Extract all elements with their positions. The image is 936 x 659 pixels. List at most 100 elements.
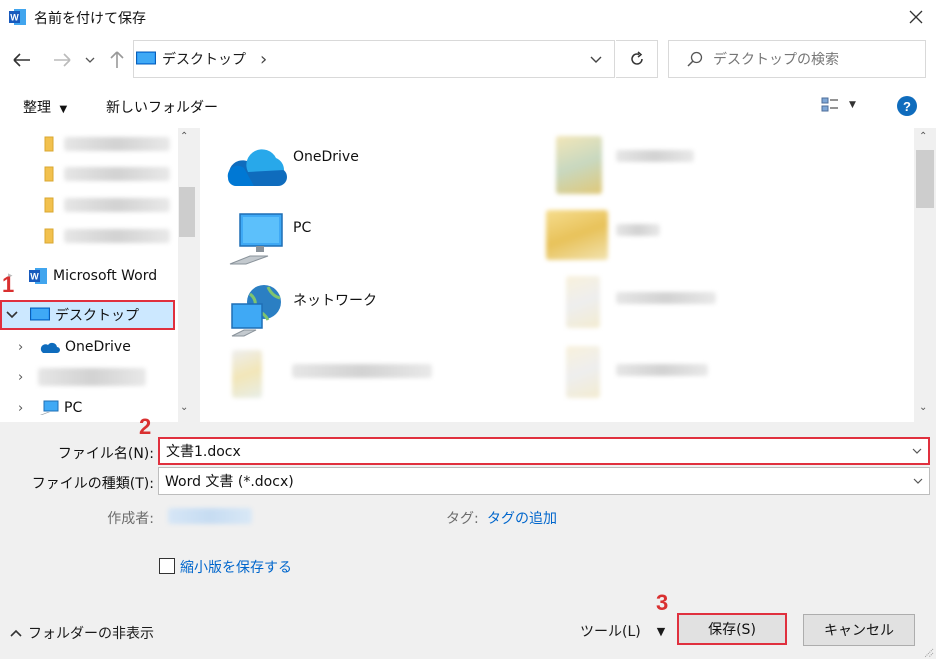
chevron-down-icon[interactable] bbox=[913, 478, 923, 484]
blurred-folder-name bbox=[64, 198, 170, 212]
tree-item[interactable] bbox=[44, 226, 174, 246]
blurred-file-icon[interactable] bbox=[556, 136, 602, 194]
blurred-folder-name bbox=[64, 137, 170, 151]
save-button[interactable]: 保存(S) bbox=[677, 613, 787, 645]
scrollbar-thumb[interactable] bbox=[179, 187, 195, 237]
hide-folders-button[interactable]: フォルダーの非表示 bbox=[10, 623, 154, 643]
blurred-file-name bbox=[292, 364, 432, 378]
chevron-right-icon: › bbox=[18, 339, 24, 355]
view-details-icon bbox=[821, 97, 838, 112]
sidebar-item-microsoft-word[interactable]: ▸ W Microsoft Word bbox=[8, 265, 157, 287]
folder-icon bbox=[44, 136, 54, 152]
scroll-up-icon[interactable]: ⌃ bbox=[180, 131, 188, 142]
organize-label: 整理 bbox=[23, 100, 51, 116]
blurred-file-name bbox=[616, 150, 694, 162]
word-icon: W bbox=[29, 268, 47, 284]
computer-icon bbox=[40, 400, 59, 415]
word-app-icon: W bbox=[9, 8, 27, 26]
tree-item[interactable] bbox=[44, 164, 174, 184]
save-thumbnail-label[interactable]: 縮小版を保存する bbox=[180, 557, 292, 577]
add-tag-link[interactable]: タグの追加 bbox=[487, 508, 557, 528]
address-path[interactable]: デスクトップ bbox=[162, 49, 246, 69]
blurred-folder-name bbox=[64, 167, 170, 181]
onedrive-cloud-icon[interactable] bbox=[224, 142, 288, 190]
chevron-down-icon[interactable] bbox=[912, 448, 922, 454]
item-label-pc[interactable]: PC bbox=[293, 220, 311, 236]
organize-menu[interactable]: 整理 ▼ bbox=[23, 97, 67, 117]
sidebar-item-onedrive[interactable]: › OneDrive bbox=[18, 336, 131, 358]
close-icon bbox=[909, 10, 923, 24]
address-bar[interactable]: デスクトップ › bbox=[133, 40, 615, 78]
filename-label: ファイル名(N): bbox=[57, 446, 154, 462]
cancel-button[interactable]: キャンセル bbox=[803, 614, 915, 646]
recent-locations-button[interactable] bbox=[80, 47, 100, 73]
blurred-file-icon[interactable] bbox=[566, 276, 600, 328]
tools-menu[interactable]: ツール(L) ▼ bbox=[580, 621, 665, 641]
sidebar-item-desktop-content[interactable]: デスクトップ bbox=[6, 304, 139, 326]
svg-text:W: W bbox=[10, 13, 19, 23]
author-label: 作成者: bbox=[107, 511, 154, 527]
scroll-down-icon[interactable]: ⌄ bbox=[919, 402, 927, 413]
blurred-file-name bbox=[616, 224, 660, 236]
blurred-file-name bbox=[616, 292, 716, 304]
chevron-down-icon bbox=[85, 57, 95, 63]
computer-icon[interactable] bbox=[228, 212, 286, 268]
search-box[interactable]: デスクトップの検索 bbox=[668, 40, 926, 78]
refresh-button[interactable] bbox=[616, 40, 658, 78]
onedrive-icon bbox=[40, 342, 60, 353]
refresh-icon bbox=[630, 51, 643, 65]
desktop-icon bbox=[30, 307, 50, 321]
address-separator[interactable]: › bbox=[260, 49, 267, 70]
arrow-left-icon bbox=[13, 53, 30, 67]
desktop-icon bbox=[136, 51, 156, 65]
scroll-up-icon[interactable]: ⌃ bbox=[919, 131, 927, 142]
tools-label: ツール(L) bbox=[580, 624, 641, 640]
filetype-select[interactable]: Word 文書 (*.docx) bbox=[158, 467, 930, 495]
item-label-onedrive[interactable]: OneDrive bbox=[293, 149, 359, 165]
sidebar-item-label: OneDrive bbox=[65, 339, 131, 355]
filename-field[interactable]: 文書1.docx bbox=[158, 437, 930, 465]
chevron-right-icon: › bbox=[18, 369, 24, 385]
filetype-value[interactable]: Word 文書 (*.docx) bbox=[165, 471, 913, 491]
new-folder-button[interactable]: 新しいフォルダー bbox=[106, 97, 218, 117]
resize-grip-icon[interactable] bbox=[924, 646, 934, 658]
forward-button[interactable] bbox=[49, 47, 75, 73]
network-icon[interactable] bbox=[228, 282, 286, 338]
search-input[interactable]: デスクトップの検索 bbox=[713, 49, 839, 69]
sidebar-item-label: デスクトップ bbox=[55, 308, 139, 324]
caret-down-icon: ▼ bbox=[849, 100, 856, 110]
scroll-down-icon[interactable]: ⌄ bbox=[180, 402, 188, 413]
sidebar-item-pc[interactable]: › PC bbox=[18, 397, 82, 419]
blurred-file-name bbox=[616, 364, 708, 376]
arrow-right-icon bbox=[54, 53, 71, 67]
help-icon[interactable]: ? bbox=[897, 96, 917, 116]
author-value[interactable] bbox=[168, 508, 252, 524]
back-button[interactable] bbox=[9, 47, 35, 73]
view-options-button[interactable]: ▼ bbox=[821, 95, 861, 115]
svg-text:W: W bbox=[30, 272, 39, 282]
chevron-down-icon bbox=[6, 311, 18, 319]
sidebar-item-label: Microsoft Word bbox=[53, 268, 158, 284]
close-button[interactable] bbox=[896, 0, 936, 34]
sidebar-item-blurred[interactable]: › bbox=[18, 366, 146, 388]
folder-icon bbox=[44, 228, 54, 244]
filename-input[interactable]: 文書1.docx bbox=[166, 441, 912, 461]
search-icon bbox=[687, 51, 703, 67]
scrollbar-thumb[interactable] bbox=[916, 150, 934, 208]
blurred-file-icon[interactable] bbox=[566, 346, 600, 398]
folder-icon bbox=[44, 166, 54, 182]
tree-item[interactable] bbox=[44, 134, 174, 154]
filetype-label: ファイルの種類(T): bbox=[31, 476, 154, 492]
blurred-item-name bbox=[38, 368, 146, 386]
blurred-folder-icon[interactable] bbox=[546, 210, 608, 260]
folder-icon bbox=[44, 197, 54, 213]
caret-down-icon: ▼ bbox=[656, 624, 666, 638]
item-label-network[interactable]: ネットワーク bbox=[293, 290, 377, 310]
navigation-scrollbar[interactable] bbox=[178, 128, 196, 422]
chevron-down-icon[interactable] bbox=[590, 56, 602, 63]
tree-item[interactable] bbox=[44, 195, 174, 215]
blurred-file-icon[interactable] bbox=[232, 350, 262, 398]
save-thumbnail-checkbox[interactable] bbox=[159, 558, 175, 574]
step-marker-3: 3 bbox=[656, 590, 669, 615]
up-button[interactable] bbox=[104, 47, 130, 73]
